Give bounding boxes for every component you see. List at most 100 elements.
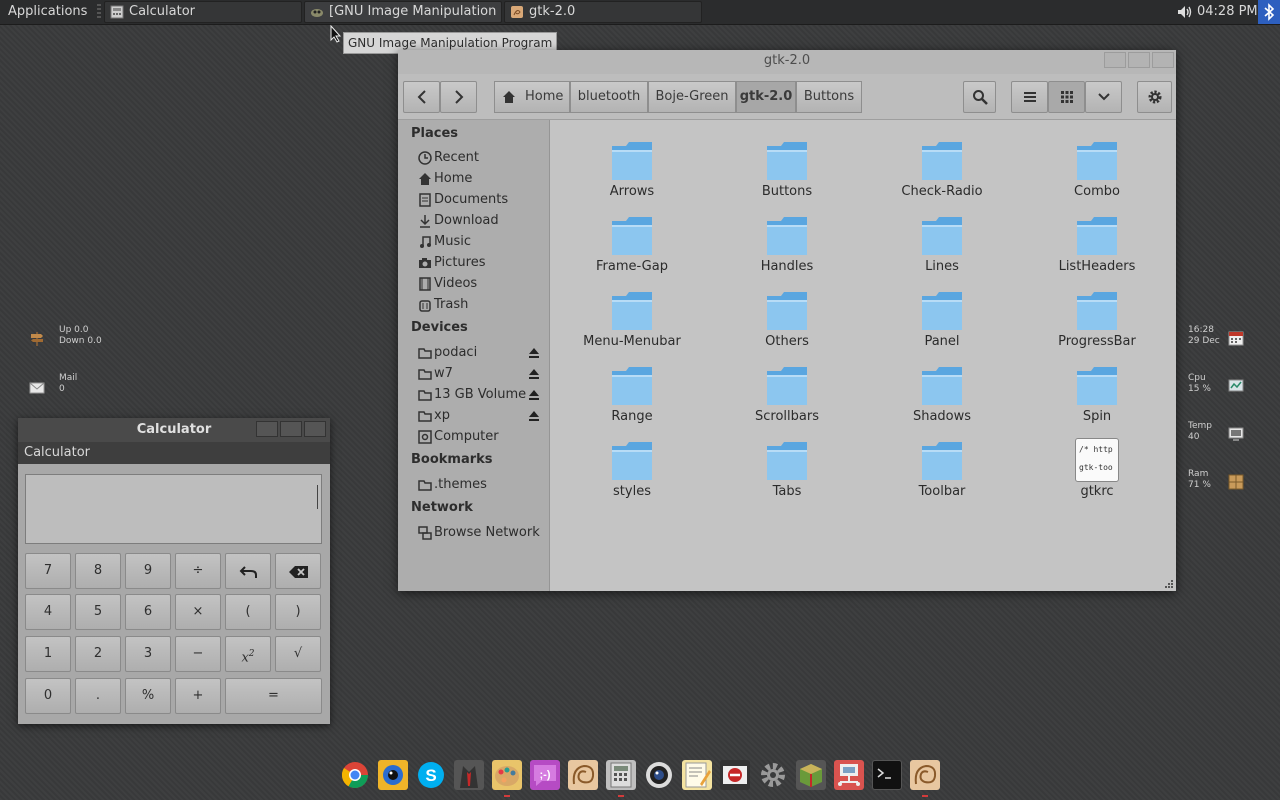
search-button[interactable] <box>963 81 996 113</box>
eject-icon[interactable] <box>528 368 540 380</box>
webcam-icon[interactable] <box>378 760 408 790</box>
panel-handle[interactable] <box>97 4 101 20</box>
task-calculator[interactable]: Calculator <box>104 1 302 23</box>
folder-item[interactable]: ListHeaders <box>1027 203 1167 275</box>
folder-item[interactable]: Others <box>717 278 857 350</box>
drive-icon <box>418 367 432 381</box>
forward-button[interactable] <box>440 81 477 113</box>
folder-item[interactable]: Toolbar <box>872 428 1012 500</box>
key-open-paren[interactable]: ( <box>225 594 271 630</box>
task-gimp[interactable]: [GNU Image Manipulation P... <box>304 1 502 23</box>
chat-icon[interactable]: ;-) <box>530 760 560 790</box>
key-percent[interactable]: % <box>125 678 171 714</box>
close-button[interactable] <box>1152 52 1174 68</box>
window-titlebar[interactable]: Calculator <box>18 418 330 442</box>
key-1[interactable]: 1 <box>25 636 71 672</box>
list-view-button[interactable] <box>1011 81 1048 113</box>
back-button[interactable] <box>403 81 440 113</box>
folder-item[interactable]: Scrollbars <box>717 353 857 425</box>
folder-item[interactable]: Lines <box>872 203 1012 275</box>
key-subtract[interactable]: − <box>175 636 221 672</box>
applications-menu[interactable]: Applications <box>8 0 87 24</box>
close-button[interactable] <box>304 421 326 437</box>
camera-lens-icon[interactable] <box>644 760 674 790</box>
folder-item[interactable]: Spin <box>1027 353 1167 425</box>
key-square[interactable]: x2 <box>225 636 271 672</box>
folder-item[interactable]: Frame-Gap <box>562 203 702 275</box>
key-decimal[interactable]: . <box>75 678 121 714</box>
key-0[interactable]: 0 <box>25 678 71 714</box>
folder-item[interactable]: Tabs <box>717 428 857 500</box>
breadcrumb-boje-green[interactable]: Boje-Green <box>648 81 736 113</box>
chrome-icon[interactable] <box>340 760 370 790</box>
breadcrumb-home[interactable]: Home <box>494 81 570 113</box>
key-7[interactable]: 7 <box>25 553 71 589</box>
breadcrumb-buttons[interactable]: Buttons <box>796 81 862 113</box>
resize-grip-icon[interactable] <box>1165 580 1173 588</box>
minimize-button[interactable] <box>1104 52 1126 68</box>
folder-item[interactable]: Range <box>562 353 702 425</box>
folder-icon <box>920 288 964 332</box>
key-sqrt[interactable]: √ <box>275 636 321 672</box>
paint-palette-icon[interactable] <box>492 760 522 790</box>
folder-item[interactable]: styles <box>562 428 702 500</box>
breadcrumb-gtk-2-0[interactable]: gtk-2.0 <box>736 81 796 113</box>
menu-button[interactable] <box>1137 81 1172 113</box>
terminal-icon[interactable] <box>872 760 902 790</box>
stop-sign-icon[interactable] <box>720 760 750 790</box>
clock[interactable]: 04:28 PM <box>1197 0 1258 24</box>
undo-button[interactable] <box>225 553 271 589</box>
text-editor-icon[interactable] <box>682 760 712 790</box>
folder-item[interactable]: Shadows <box>872 353 1012 425</box>
settings-gear-icon[interactable] <box>758 760 788 790</box>
folder-item[interactable]: Panel <box>872 278 1012 350</box>
grid-icon <box>1060 91 1073 103</box>
key-4[interactable]: 4 <box>25 594 71 630</box>
bluetooth-icon[interactable] <box>1258 0 1280 24</box>
key-multiply[interactable]: × <box>175 594 221 630</box>
maximize-button[interactable] <box>280 421 302 437</box>
file-item-gtkrc[interactable]: /* http gtk-too gtkrc <box>1027 428 1167 500</box>
view-options-button[interactable] <box>1085 81 1122 113</box>
key-8[interactable]: 8 <box>75 553 121 589</box>
maximize-button[interactable] <box>1128 52 1150 68</box>
square-base: x <box>241 650 249 666</box>
key-9[interactable]: 9 <box>125 553 171 589</box>
folder-item[interactable]: Arrows <box>562 128 702 200</box>
window-titlebar[interactable]: gtk-2.0 <box>398 50 1176 74</box>
key-close-paren[interactable]: ) <box>275 594 321 630</box>
package-icon[interactable] <box>796 760 826 790</box>
key-divide[interactable]: ÷ <box>175 553 221 589</box>
key-2[interactable]: 2 <box>75 636 121 672</box>
folder-item[interactable]: Buttons <box>717 128 857 200</box>
task-gtk-2-0[interactable]: gtk-2.0 <box>504 1 702 23</box>
suit-icon[interactable] <box>454 760 484 790</box>
key-3[interactable]: 3 <box>125 636 171 672</box>
folder-item[interactable]: Handles <box>717 203 857 275</box>
calculator-icon[interactable] <box>606 760 636 790</box>
volume-icon[interactable] <box>1176 4 1194 20</box>
folder-item[interactable]: Menu-Menubar <box>562 278 702 350</box>
menu-calculator[interactable]: Calculator <box>24 442 90 464</box>
sidebar-item-label: Pictures <box>434 255 486 270</box>
key-5[interactable]: 5 <box>75 594 121 630</box>
folder-item[interactable]: Check-Radio <box>872 128 1012 200</box>
skype-icon[interactable]: S <box>416 760 446 790</box>
eject-icon[interactable] <box>528 389 540 401</box>
minimize-button[interactable] <box>256 421 278 437</box>
folder-item[interactable]: ProgressBar <box>1027 278 1167 350</box>
eject-icon[interactable] <box>528 410 540 422</box>
backspace-button[interactable] <box>275 553 321 589</box>
grid-view-button[interactable] <box>1048 81 1085 113</box>
task-label: [GNU Image Manipulation P... <box>329 4 502 19</box>
key-add[interactable]: + <box>175 678 221 714</box>
network-share-icon[interactable] <box>834 760 864 790</box>
shell-icon[interactable] <box>568 760 598 790</box>
breadcrumb-bluetooth[interactable]: bluetooth <box>570 81 648 113</box>
file-manager-icon[interactable] <box>910 760 940 790</box>
calculator-display[interactable] <box>25 474 322 544</box>
eject-icon[interactable] <box>528 347 540 359</box>
key-6[interactable]: 6 <box>125 594 171 630</box>
folder-item[interactable]: Combo <box>1027 128 1167 200</box>
key-equals[interactable]: = <box>225 678 322 714</box>
